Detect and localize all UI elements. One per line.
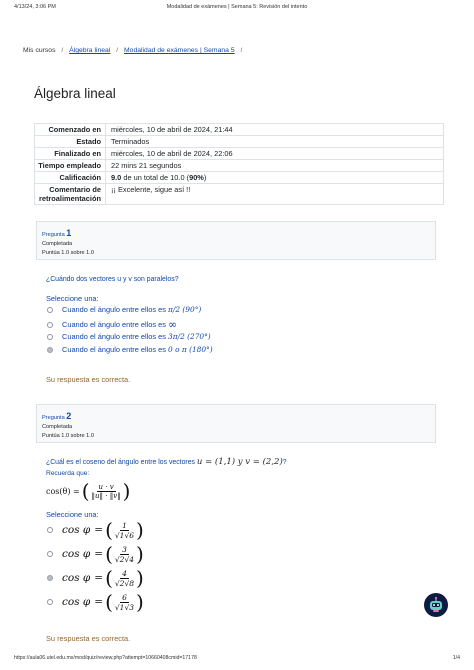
answer-option[interactable]: Cuando el ángulo entre ellos es ∞: [47, 318, 177, 331]
attempt-summary-table: Comenzado en miércoles, 10 de abril de 20…: [34, 123, 444, 205]
summary-row: Tiempo empleado 22 mins 21 segundos: [35, 159, 443, 171]
option-text: Cuando el ángulo entre ellos es: [62, 345, 166, 354]
print-title: Modalidad de exámenes | Semana 5: Revisi…: [166, 4, 308, 10]
summary-label: Finalizado en: [54, 149, 101, 158]
question-number: Pregunta 2: [42, 411, 72, 421]
breadcrumb-course-link[interactable]: Álgebra lineal: [69, 47, 110, 54]
grade-percent: 90%: [189, 173, 204, 182]
breadcrumb-separator: /: [240, 47, 243, 54]
summary-label: Calificación: [59, 173, 101, 182]
radio-button[interactable]: [47, 321, 53, 328]
option-text: Cuando el ángulo entre ellos es: [62, 320, 166, 329]
summary-label: Comenzado en: [48, 125, 101, 134]
question-number: Pregunta 1: [42, 228, 72, 238]
summary-value: miércoles, 10 de abril de 2024, 22:06: [105, 148, 443, 159]
question-status: Completada: [42, 241, 73, 247]
grade-close: ): [203, 173, 207, 182]
question-2-text: ¿Cuál es el coseno del ángulo entre los …: [46, 457, 287, 467]
question-status: Completada: [42, 424, 73, 430]
cosine-formula: cos(θ) = ( u · v ‖u‖ · ‖v‖ ): [46, 479, 131, 503]
summary-value: miércoles, 10 de abril de 2024, 21:44: [105, 124, 443, 135]
option-math: 0 o π (180°): [168, 345, 213, 354]
formula-lhs: cos(θ) =: [46, 486, 80, 496]
question-vectors: u = (1,1) y v = (2,2): [196, 457, 283, 467]
summary-label: Estado: [76, 137, 101, 146]
radio-button[interactable]: [47, 551, 53, 557]
question-score: Puntúa 1.0 sobre 1.0: [42, 250, 94, 256]
print-page-number: 1/4: [452, 655, 460, 661]
breadcrumb-home[interactable]: Mis cursos: [23, 47, 55, 54]
summary-label: Comentario de retroalimentación: [38, 185, 101, 203]
select-one-prompt: Seleccione una:: [46, 510, 99, 519]
option-math: 3π/2 (270°): [168, 332, 211, 341]
grade-score: 9.0: [111, 173, 122, 182]
page-title: Álgebra lineal: [34, 86, 116, 101]
breadcrumb-quiz-link[interactable]: Modalidad de exámenes | Semana 5: [124, 47, 235, 54]
answer-option[interactable]: Cuando el ángulo entre ellos es π/2 (90°…: [47, 305, 201, 314]
answer-option[interactable]: Cuando el ángulo entre ellos es 3π/2 (27…: [47, 332, 211, 341]
radio-button[interactable]: [47, 599, 53, 605]
breadcrumb-separator: /: [61, 47, 64, 54]
question-1-text: ¿Cuándo dos vectores u y v son paralelos…: [46, 276, 179, 283]
formula-denominator: ‖u‖ · ‖v‖: [91, 491, 121, 500]
question-score: Puntúa 1.0 sobre 1.0: [42, 433, 94, 439]
grade-text: de un total de 10.0 (: [121, 173, 190, 182]
answer-option[interactable]: cos φ = (3 √2√4): [47, 544, 144, 564]
breadcrumb-separator: /: [116, 47, 119, 54]
print-footer: https://aula06.utel.edu.mx/mod/quiz/revi…: [14, 655, 460, 665]
question-2-info: Pregunta 2 Completada Puntúa 1.0 sobre 1…: [36, 404, 436, 443]
radio-button[interactable]: [47, 527, 53, 533]
radio-button-selected[interactable]: [47, 575, 53, 581]
summary-value: ¡¡ Excelente, sigue así !!: [105, 184, 443, 204]
question-1-feedback: Su respuesta es correcta.: [46, 375, 131, 384]
select-one-prompt: Seleccione una:: [46, 294, 99, 303]
formula-numerator: u · v: [96, 482, 116, 492]
option-fraction: 6 √1√3: [114, 592, 135, 612]
recall-label: Recuerda que:: [46, 470, 90, 477]
option-fraction: 1 √1√6: [114, 520, 135, 540]
question-1-info: Pregunta 1 Completada Puntúa 1.0 sobre 1…: [36, 221, 436, 260]
grade-value: 9.0 de un total de 10.0 (90%): [105, 172, 443, 183]
radio-button-selected[interactable]: [47, 346, 53, 353]
option-text: Cuando el ángulo entre ellos es: [62, 332, 166, 341]
radio-button[interactable]: [47, 333, 53, 340]
radio-button[interactable]: [47, 306, 53, 313]
answer-option[interactable]: cos φ = (1 √1√6): [47, 520, 144, 540]
print-header: 4/13/24, 3:06 PM Modalidad de exámenes |…: [14, 4, 460, 16]
summary-value: 22 mins 21 segundos: [105, 160, 443, 171]
robot-icon: [430, 596, 442, 612]
summary-row: Estado Terminados: [35, 135, 443, 147]
option-math: ∞: [168, 318, 178, 331]
summary-label: Tiempo empleado: [38, 161, 101, 170]
assistant-avatar-icon[interactable]: [424, 593, 448, 617]
summary-row: Comenzado en miércoles, 10 de abril de 20…: [35, 124, 443, 135]
answer-option[interactable]: cos φ = (4 √2√8): [47, 568, 144, 588]
print-url: https://aula06.utel.edu.mx/mod/quiz/revi…: [14, 655, 197, 661]
answer-option[interactable]: cos φ = (6 √1√3): [47, 592, 144, 612]
option-fraction: 4 √2√8: [114, 568, 135, 588]
answer-option[interactable]: Cuando el ángulo entre ellos es 0 o π (1…: [47, 345, 213, 354]
option-fraction: 3 √2√4: [114, 544, 135, 564]
summary-row: Comentario de retroalimentación ¡¡ Excele…: [35, 183, 443, 204]
summary-value: Terminados: [105, 136, 443, 147]
option-text: Cuando el ángulo entre ellos es: [62, 305, 166, 314]
question-2-feedback: Su respuesta es correcta.: [46, 634, 131, 643]
summary-row: Calificación 9.0 de un total de 10.0 (90%…: [35, 171, 443, 183]
option-math: π/2 (90°): [168, 305, 202, 314]
summary-row: Finalizado en miércoles, 10 de abril de 2…: [35, 147, 443, 159]
breadcrumb: Mis cursos / Álgebra lineal / Modalidad …: [23, 47, 248, 54]
